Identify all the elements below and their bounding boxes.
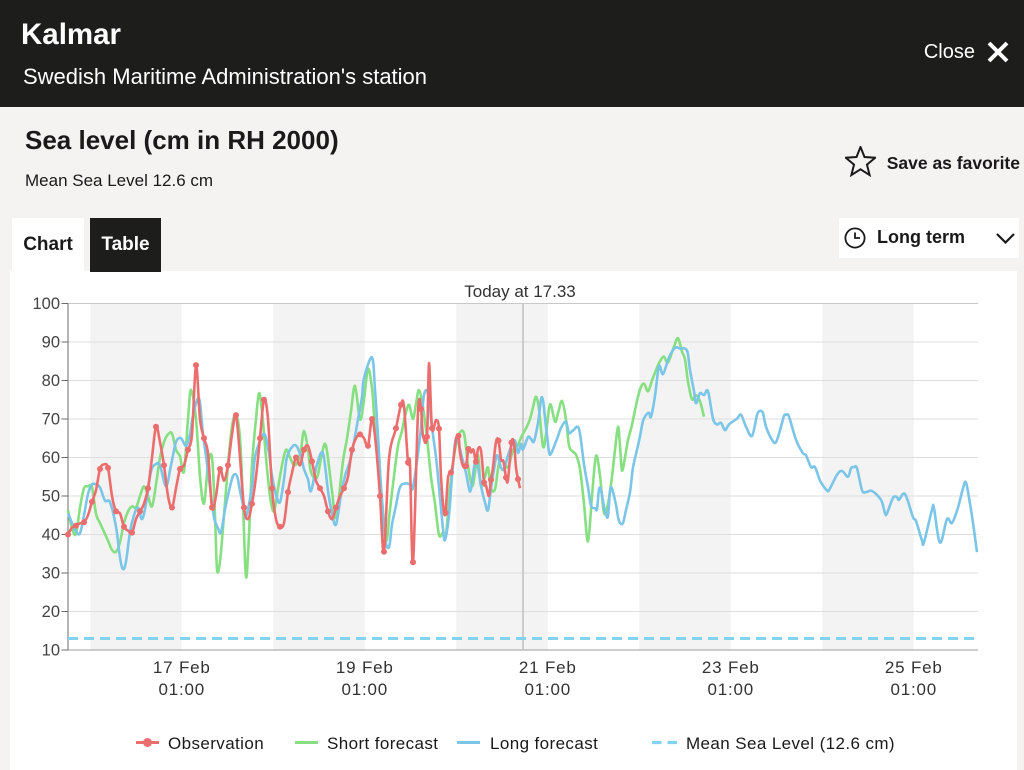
svg-text:40: 40: [42, 526, 60, 544]
svg-text:25 Feb: 25 Feb: [885, 658, 943, 677]
svg-text:70: 70: [42, 411, 60, 429]
svg-text:19 Feb: 19 Feb: [336, 658, 394, 677]
svg-text:30: 30: [42, 565, 60, 583]
svg-text:60: 60: [42, 449, 60, 467]
svg-text:23 Feb: 23 Feb: [702, 658, 760, 677]
svg-text:50: 50: [42, 488, 60, 506]
svg-text:Today at 17.33: Today at 17.33: [464, 282, 576, 301]
svg-text:90: 90: [42, 334, 60, 352]
svg-text:80: 80: [42, 372, 60, 390]
svg-text:100: 100: [32, 295, 60, 313]
svg-text:21 Feb: 21 Feb: [519, 658, 577, 677]
svg-text:01:00: 01:00: [525, 680, 572, 699]
svg-text:01:00: 01:00: [342, 680, 389, 699]
svg-text:01:00: 01:00: [891, 680, 938, 699]
svg-text:01:00: 01:00: [708, 680, 755, 699]
svg-text:01:00: 01:00: [159, 680, 206, 699]
svg-text:17 Feb: 17 Feb: [153, 658, 211, 677]
svg-text:20: 20: [42, 603, 60, 621]
svg-text:10: 10: [42, 642, 60, 660]
